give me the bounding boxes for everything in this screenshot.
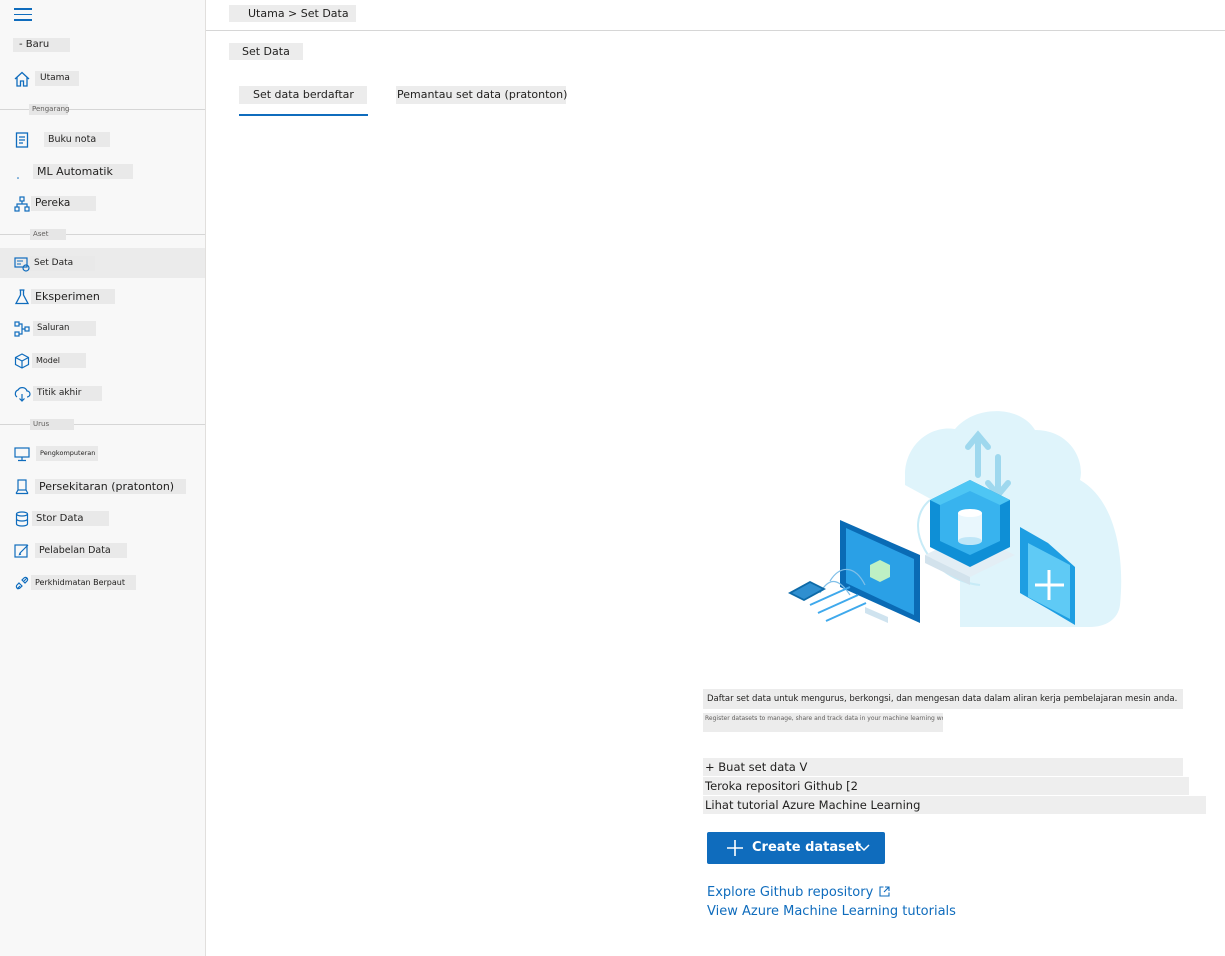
tab-registered-datasets[interactable]: Set data berdaftar [239,86,367,104]
sidebar: - Baru Utama Pengarang Buku nota ML Auto… [0,0,206,956]
sidebar-item-label: Perkhidmatan Berpaut [31,575,136,590]
sidebar-item-label: Stor Data [32,511,109,526]
environment-icon [13,478,31,496]
sidebar-item-label: Pelabelan Data [35,543,127,558]
cube-icon [13,352,31,370]
sidebar-item-designer[interactable]: Pereka [0,188,205,218]
sidebar-item-label: Saluran [33,321,96,336]
sidebar-item-data-labeling[interactable]: Pelabelan Data [0,535,205,565]
sidebar-item-endpoints[interactable]: Titik akhir [0,378,205,408]
section-label-assets: Aset [30,229,66,240]
sidebar-item-label: Set Data [30,256,95,271]
lightning-icon [13,163,31,181]
sidebar-item-automl[interactable]: ML Automatik [0,156,205,186]
app-root: - Baru Utama Pengarang Buku nota ML Auto… [0,0,1225,956]
plus-icon [727,840,743,856]
view-tutorials-link[interactable]: View Azure Machine Learning tutorials [707,903,956,920]
sidebar-item-label: Persekitaran (pratonton) [35,479,186,494]
empty-state-sub-description: Register datasets to manage, share and t… [703,713,943,732]
sidebar-item-label: Buku nota [44,132,110,147]
hamburger-menu-icon[interactable] [14,8,32,22]
option-create-dataset[interactable]: + Buat set data V [703,758,1183,776]
active-tab-indicator [239,114,368,116]
sidebar-item-linked-services[interactable]: Perkhidmatan Berpaut [0,567,205,597]
option-explore-github[interactable]: Teroka repositori Github [2 [703,777,1189,795]
page-title: Set Data [229,43,303,60]
edit-icon [13,542,31,560]
sidebar-item-label: Titik akhir [33,386,102,401]
sidebar-item-label: Eksperimen [31,289,115,304]
top-bar: Utama > Set Data [206,0,1225,31]
sidebar-item-label: ML Automatik [33,164,133,179]
option-view-tutorials[interactable]: Lihat tutorial Azure Machine Learning [703,796,1206,814]
empty-state-description: Daftar set data untuk mengurus, berkongs… [703,689,1183,709]
explore-github-label: Explore Github repository [707,885,874,900]
dataset-illustration [780,405,1130,635]
flask-icon [13,288,31,306]
sidebar-item-pipelines[interactable]: Saluran [0,313,205,343]
notebook-icon [13,131,31,149]
computer-icon [13,445,31,463]
explore-github-link[interactable]: Explore Github repository [707,884,890,901]
external-link-icon [879,886,890,897]
sidebar-item-label: Utama [35,71,79,86]
new-button[interactable]: - Baru [13,38,70,52]
sidebar-item-label: Model [32,353,86,368]
pipeline-icon [13,320,31,338]
tab-dataset-monitors[interactable]: Pemantau set data (pratonton) [396,86,567,104]
sidebar-item-notebooks[interactable]: Buku nota [0,124,205,154]
sidebar-item-label: Pereka [31,196,96,211]
create-dataset-button[interactable]: Create dataset [707,832,885,864]
sidebar-item-compute[interactable]: Pengkomputeran [0,438,205,468]
database-icon [13,510,31,528]
link-icon [13,574,31,592]
endpoint-icon [13,385,31,403]
designer-icon [13,195,31,213]
dataset-icon [13,255,31,273]
breadcrumb[interactable]: Utama > Set Data [229,5,356,22]
home-icon [13,70,31,88]
sidebar-item-models[interactable]: Model [0,345,205,375]
sidebar-item-datasets[interactable]: Set Data [0,248,205,278]
sidebar-item-environments[interactable]: Persekitaran (pratonton) [0,471,205,501]
create-dataset-label: Create dataset [752,840,861,855]
section-label-author: Pengarang [29,104,70,115]
sidebar-item-home[interactable]: Utama [0,63,205,93]
sidebar-item-label: Pengkomputeran [36,446,98,461]
section-label-manage: Urus [30,419,74,430]
sidebar-item-datastores[interactable]: Stor Data [0,503,205,533]
sidebar-item-experiments[interactable]: Eksperimen [0,281,205,311]
chevron-down-icon [858,844,870,852]
